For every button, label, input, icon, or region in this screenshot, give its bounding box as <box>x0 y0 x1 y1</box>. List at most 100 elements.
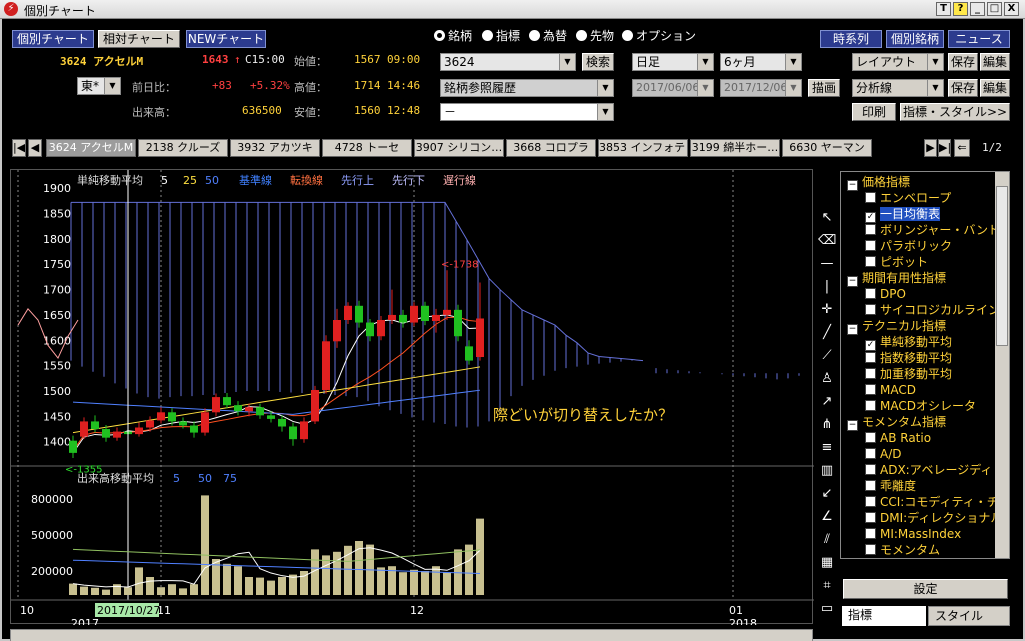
tab-back-icon[interactable]: ⇐ <box>954 139 970 157</box>
chart-horizontal-scrollbar[interactable] <box>10 629 813 641</box>
indicator-item[interactable]: AB Ratio <box>865 430 931 446</box>
checkbox-icon[interactable] <box>865 448 876 459</box>
indicator-item[interactable]: サイコロジカルライン <box>865 302 1000 318</box>
indicator-item[interactable]: DPO <box>865 286 906 302</box>
news-button[interactable]: ニュース <box>948 30 1010 48</box>
checkbox-icon[interactable] <box>865 384 876 395</box>
checkbox-icon[interactable] <box>865 464 876 475</box>
indicator-item[interactable]: MACD <box>865 382 916 398</box>
trendline-icon[interactable]: ╱ <box>818 324 836 342</box>
collapse-icon[interactable]: − <box>847 324 858 335</box>
indicator-item[interactable]: エンベロープ <box>865 190 951 206</box>
timeseries-button[interactable]: 時系列 <box>820 30 882 48</box>
indicator-item[interactable]: CCI:コモディティ・チャ <box>865 494 1009 510</box>
tab-style[interactable]: スタイル <box>928 606 1010 626</box>
stock-code-input[interactable]: 3624 ▼ <box>440 53 576 71</box>
analysis-save-button[interactable]: 保存 <box>948 79 978 97</box>
indicator-item[interactable]: 指数移動平均 <box>865 350 952 366</box>
arrow-icon[interactable]: ↙ <box>818 485 836 503</box>
layout-edit-button[interactable]: 編集 <box>980 53 1010 71</box>
mode-radio-2[interactable]: 為替 <box>529 27 567 43</box>
layout-save-button[interactable]: 保存 <box>948 53 978 71</box>
eraser-icon[interactable]: ⌫ <box>818 232 836 250</box>
fan-icon[interactable]: ⟋ <box>818 347 836 365</box>
checkbox-icon[interactable] <box>865 480 876 491</box>
print-button[interactable]: 印刷 <box>852 103 896 121</box>
maximize-button[interactable]: □ <box>987 2 1002 16</box>
checkbox-icon[interactable] <box>865 368 876 379</box>
indicator-item[interactable]: ✓ 一目均衡表 <box>865 206 941 223</box>
draw-button[interactable]: 描画 <box>808 79 840 97</box>
stock-tab-3[interactable]: 4728 トーセ <box>322 139 412 157</box>
indicator-category[interactable]: − 価格指標 <box>847 174 910 191</box>
bars-icon[interactable]: ▥ <box>818 462 836 480</box>
hline-icon[interactable]: — <box>818 255 836 273</box>
stock-tab-1[interactable]: 2138 クルーズ <box>138 139 228 157</box>
checkbox-icon[interactable] <box>865 352 876 363</box>
indicator-category[interactable]: − 期間有用性指標 <box>847 270 946 287</box>
pitchfork-icon[interactable]: ⋔ <box>818 416 836 434</box>
minimize-button[interactable]: _ <box>970 2 985 16</box>
indicator-item[interactable]: DMI:ディレクショナル <box>865 510 1002 526</box>
tab-next-icon[interactable]: ▶ <box>924 139 937 157</box>
history-select[interactable]: 銘柄参照履歴 ▼ <box>440 79 614 97</box>
stock-tab-5[interactable]: 3668 コロプラ <box>506 139 596 157</box>
indicator-scrollbar[interactable] <box>995 172 1009 558</box>
range-select[interactable]: 6ヶ月 ▼ <box>720 53 802 71</box>
channel-icon[interactable]: ⫽ <box>818 531 836 549</box>
checkbox-icon[interactable] <box>865 528 876 539</box>
checkbox-icon[interactable] <box>865 432 876 443</box>
checkbox-icon[interactable] <box>865 224 876 235</box>
indicator-item[interactable]: MACDオシレータ <box>865 398 976 414</box>
analysis-select[interactable]: 分析線 ▼ <box>852 79 944 97</box>
checkbox-icon[interactable] <box>865 288 876 299</box>
indicator-item[interactable]: ピボット <box>865 254 928 270</box>
indicator-item[interactable]: A/D <box>865 446 902 462</box>
checkbox-icon[interactable] <box>865 400 876 411</box>
mode-radio-3[interactable]: 先物 <box>576 27 614 43</box>
mode-radio-0[interactable]: 銘柄 <box>434 27 472 43</box>
close-button[interactable]: X <box>1004 2 1019 16</box>
interval-select[interactable]: 日足 ▼ <box>632 53 714 71</box>
chart-area[interactable]: 1900 1850 1800 1750 1700 1650 1600 1550 1500 1450… <box>10 169 910 630</box>
mode-radio-1[interactable]: 指標 <box>482 27 520 43</box>
checkbox-icon[interactable] <box>865 304 876 315</box>
stock-tab-6[interactable]: 3853 インフォテリ <box>598 139 688 157</box>
indicator-item[interactable]: 乖離度 <box>865 478 916 494</box>
new-chart-button[interactable]: NEWチャート <box>186 30 266 48</box>
box-icon[interactable]: ▭ <box>818 600 836 618</box>
stock-tab-4[interactable]: 3907 シリコン… <box>414 139 504 157</box>
fib-icon[interactable]: ⌗ <box>818 577 836 595</box>
indicator-item[interactable]: モメンタム <box>865 542 940 558</box>
vline-icon[interactable]: | <box>818 278 836 296</box>
search-button[interactable]: 検索 <box>582 53 614 71</box>
stock-tab-8[interactable]: 6630 ヤーマン <box>782 139 872 157</box>
individual-chart-button[interactable]: 個別チャート <box>12 30 94 48</box>
relative-chart-button[interactable]: 相対チャート <box>98 30 180 48</box>
grid-icon[interactable]: ▦ <box>818 554 836 572</box>
indicator-item[interactable]: ✓ 単純移動平均 <box>865 334 952 351</box>
checkbox-icon[interactable] <box>865 512 876 523</box>
indicator-item[interactable]: パラボリック <box>865 238 952 254</box>
stock-tab-7[interactable]: 3199 綿半ホー… <box>690 139 780 157</box>
tab-first-icon[interactable]: |◀ <box>12 139 26 157</box>
layout-select[interactable]: レイアウト ▼ <box>852 53 944 71</box>
indicator-style-button[interactable]: 指標・スタイル>> <box>900 103 1010 121</box>
collapse-icon[interactable]: − <box>847 420 858 431</box>
checkbox-icon[interactable] <box>865 496 876 507</box>
collapse-icon[interactable]: − <box>847 180 858 191</box>
stairs-icon[interactable]: ≡ <box>818 439 836 457</box>
cursor-icon[interactable]: ↖ <box>818 209 836 227</box>
indicator-category[interactable]: − テクニカル指標 <box>847 318 946 335</box>
date-to-select[interactable]: 2017/12/06 ▼ <box>720 79 802 97</box>
checkbox-icon[interactable] <box>865 240 876 251</box>
checkbox-icon[interactable] <box>865 192 876 203</box>
checkbox-icon[interactable] <box>865 544 876 555</box>
angle-icon[interactable]: ∠ <box>818 508 836 526</box>
tab-prev-icon[interactable]: ◀ <box>28 139 42 157</box>
mode-radio-4[interactable]: オプション <box>622 27 696 43</box>
indicator-item[interactable]: 加重移動平均 <box>865 366 952 382</box>
collapse-icon[interactable]: − <box>847 276 858 287</box>
third-select[interactable]: － ▼ <box>440 103 614 121</box>
date-from-select[interactable]: 2017/06/06 ▼ <box>632 79 714 97</box>
